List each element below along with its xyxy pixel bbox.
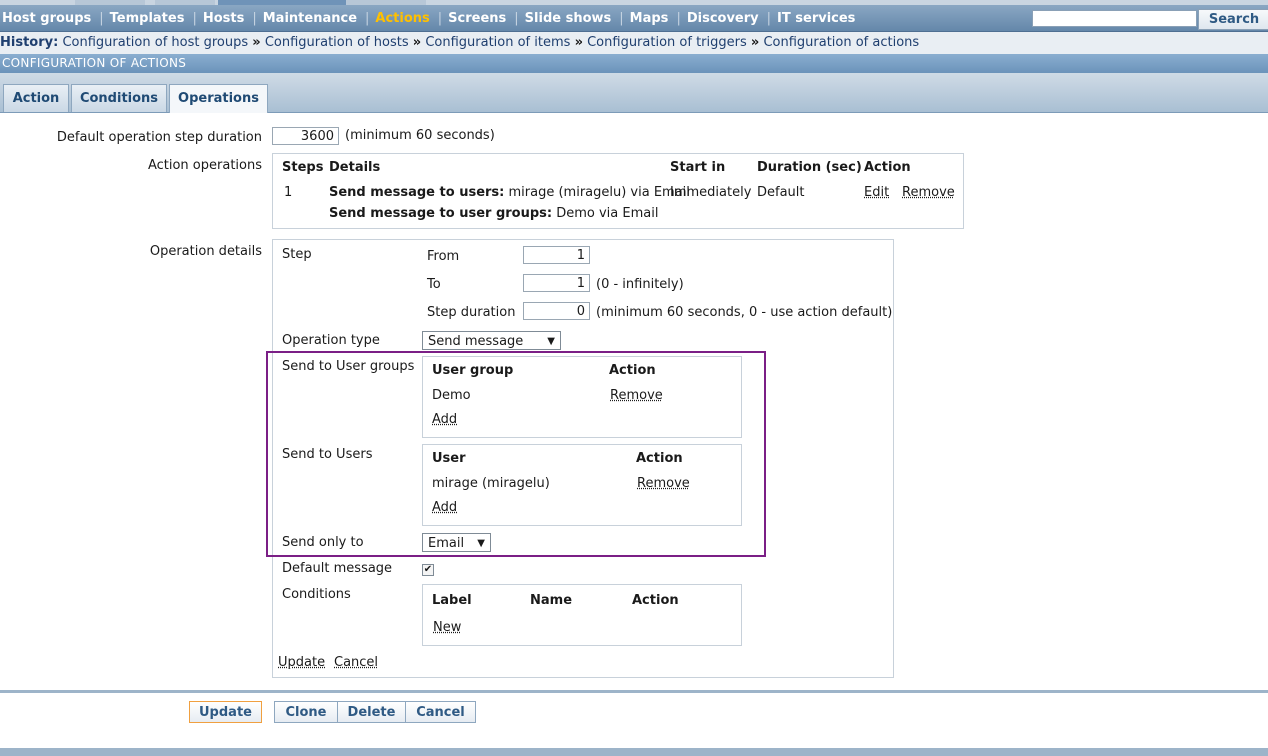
nav-it-services[interactable]: IT services (775, 11, 863, 26)
nav-templates[interactable]: Templates (108, 11, 193, 26)
send-to-users-label: Send to Users (282, 447, 373, 462)
user-row-name: mirage (miragelu) (432, 476, 550, 491)
operation-details-label: Operation details (149, 244, 262, 259)
conditions-header-label: Label (432, 593, 472, 608)
operation-cancel-link[interactable]: Cancel (334, 655, 378, 670)
history-item-items[interactable]: Configuration of items (425, 35, 570, 50)
user-remove-link[interactable]: Remove (637, 476, 690, 491)
step-duration-hint: (minimum 60 seconds, 0 - use action defa… (596, 305, 893, 320)
ops-row-edit-link[interactable]: Edit (864, 185, 889, 200)
step-from-input[interactable]: 1 (523, 246, 590, 264)
chevron-down-icon: ▼ (477, 538, 485, 549)
form-footer-divider (0, 690, 1268, 693)
default-message-checkbox[interactable]: ✔ (422, 564, 434, 576)
groups-header-action: Action (609, 363, 656, 378)
history-label: History: (0, 35, 59, 50)
condition-new-link[interactable]: New (433, 620, 461, 635)
ops-header-details: Details (329, 160, 381, 175)
from-label: From (427, 249, 460, 264)
ops-header-action: Action (864, 160, 911, 175)
ops-header-steps: Steps (282, 160, 324, 175)
conditions-header-name: Name (530, 593, 573, 608)
history-item-host-groups[interactable]: Configuration of host groups (62, 35, 248, 50)
tab-action[interactable]: Action (3, 84, 69, 112)
send-only-to-label: Send only to (282, 535, 364, 550)
users-header-action: Action (636, 451, 683, 466)
breadcrumb: History: Configuration of host groups » … (0, 32, 1268, 54)
update-button[interactable]: Update (189, 701, 262, 723)
nav-host-groups[interactable]: Host groups (0, 11, 99, 26)
ops-row-start-in: Immediately (670, 185, 752, 200)
search-input[interactable] (1032, 10, 1197, 27)
page-title: CONFIGURATION OF ACTIONS (2, 56, 187, 70)
tab-operations[interactable]: Operations (169, 84, 268, 113)
chevron-down-icon: ▼ (547, 336, 555, 347)
history-item-hosts[interactable]: Configuration of hosts (265, 35, 409, 50)
user-add-link[interactable]: Add (432, 500, 457, 515)
ops-header-duration: Duration (sec) (757, 160, 862, 175)
step-duration-label: Step duration (427, 305, 516, 320)
send-to-groups-label: Send to User groups (282, 359, 415, 374)
send-only-to-select[interactable]: Email ▼ (422, 533, 491, 552)
action-operations-label: Action operations (147, 158, 262, 173)
group-add-link[interactable]: Add (432, 412, 457, 427)
default-step-duration-label: Default operation step duration (56, 130, 262, 145)
default-step-duration-hint: (minimum 60 seconds) (345, 128, 495, 143)
ops-row-detail-groups: Send message to user groups: Demo via Em… (329, 206, 659, 221)
delete-button[interactable]: Delete (337, 701, 406, 723)
to-hint: (0 - infinitely) (596, 277, 684, 292)
group-remove-link[interactable]: Remove (610, 388, 663, 403)
operation-type-label: Operation type (282, 333, 380, 348)
tab-bar: Action Conditions Operations (0, 73, 1268, 113)
history-item-triggers[interactable]: Configuration of triggers (587, 35, 747, 50)
conditions-label: Conditions (282, 587, 351, 602)
main-nav: Host groups | Templates | Hosts | Maintenan… (0, 5, 1268, 32)
search-button[interactable]: Search (1198, 9, 1268, 30)
users-header-user: User (432, 451, 466, 466)
step-to-input[interactable]: 1 (523, 274, 590, 292)
footer-bar (0, 748, 1268, 756)
to-label: To (427, 277, 441, 292)
nav-hosts[interactable]: Hosts (201, 11, 253, 26)
ops-row-duration: Default (757, 185, 805, 200)
group-row-name: Demo (432, 388, 471, 403)
ops-row-step: 1 (284, 185, 293, 200)
operation-type-select[interactable]: Send message ▼ (422, 331, 561, 350)
default-step-duration-input[interactable]: 3600 (272, 127, 339, 145)
nav-discovery[interactable]: Discovery (685, 11, 767, 26)
groups-header-user-group: User group (432, 363, 514, 378)
nav-actions[interactable]: Actions (373, 11, 437, 26)
history-item-actions[interactable]: Configuration of actions (763, 35, 919, 50)
step-duration-input[interactable]: 0 (523, 302, 590, 320)
nav-maintenance[interactable]: Maintenance (261, 11, 365, 26)
step-label: Step (282, 247, 312, 262)
ops-row-detail-users: Send message to users: mirage (miragelu)… (329, 185, 690, 200)
section-header: CONFIGURATION OF ACTIONS (0, 54, 1268, 73)
tab-conditions[interactable]: Conditions (71, 84, 167, 112)
cancel-button[interactable]: Cancel (405, 701, 476, 723)
conditions-header-action: Action (632, 593, 679, 608)
ops-header-start-in: Start in (670, 160, 726, 175)
operation-update-link[interactable]: Update (278, 655, 325, 670)
default-message-label: Default message (282, 561, 393, 576)
clone-button[interactable]: Clone (274, 701, 338, 723)
nav-maps[interactable]: Maps (628, 11, 677, 26)
nav-slide-shows[interactable]: Slide shows (523, 11, 620, 26)
ops-row-remove-link[interactable]: Remove (902, 185, 955, 200)
nav-screens[interactable]: Screens (446, 11, 514, 26)
